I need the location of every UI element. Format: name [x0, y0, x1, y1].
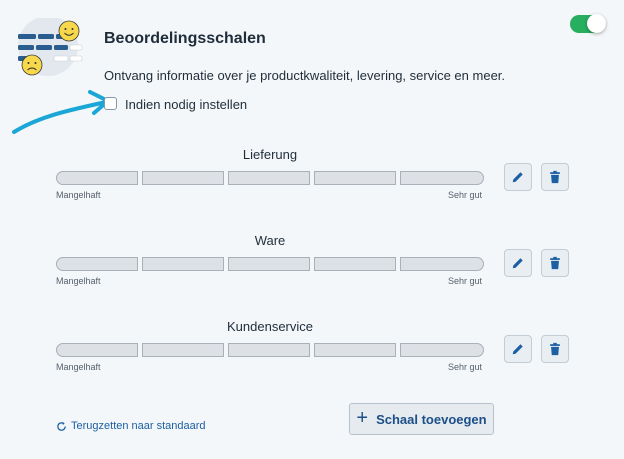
rating-segment-2[interactable] — [142, 257, 224, 271]
rating-segment-4[interactable] — [314, 171, 396, 185]
pencil-icon — [512, 344, 523, 355]
rating-bar[interactable] — [56, 343, 484, 357]
edit-scale-button[interactable] — [504, 249, 532, 277]
scale-ware: Ware Mangelhaft Sehr gut — [56, 233, 484, 303]
scale-max-label: Sehr gut — [447, 276, 482, 286]
scale-title: Kundenservice — [227, 319, 313, 334]
enable-toggle[interactable] — [570, 14, 606, 33]
rating-segment-1[interactable] — [56, 343, 138, 357]
reset-to-default-link[interactable]: Terugzetten naar standaard — [56, 420, 206, 432]
rating-segment-1[interactable] — [56, 171, 138, 185]
trash-icon — [550, 256, 560, 270]
rating-segment-5[interactable] — [400, 343, 484, 357]
rating-segment-5[interactable] — [400, 171, 484, 185]
scale-kundenservice: Kundenservice Mangelhaft Sehr gut — [56, 319, 484, 389]
delete-scale-button[interactable] — [541, 163, 569, 191]
rating-scales-logo-icon — [14, 16, 86, 80]
delete-scale-button[interactable] — [541, 335, 569, 363]
scale-min-label: Mangelhaft — [56, 276, 101, 286]
rating-segment-4[interactable] — [314, 343, 396, 357]
delete-scale-button[interactable] — [541, 249, 569, 277]
add-scale-label: Schaal toevoegen — [376, 411, 487, 427]
setup-checkbox-label[interactable]: Indien nodig instellen — [125, 97, 247, 112]
arrow-icon — [10, 86, 120, 138]
scale-lieferung: Lieferung Mangelhaft Sehr gut — [56, 147, 484, 217]
scale-title: Lieferung — [242, 147, 298, 162]
plus-icon: + — [356, 407, 369, 429]
rating-bar[interactable] — [56, 257, 484, 271]
edit-scale-button[interactable] — [504, 163, 532, 191]
rating-bar[interactable] — [56, 171, 484, 185]
scale-title: Ware — [254, 233, 286, 248]
trash-icon — [550, 170, 560, 184]
page-title: Beoordelingsschalen — [104, 30, 266, 47]
scale-max-label: Sehr gut — [447, 362, 482, 372]
reset-label: Terugzetten naar standaard — [71, 420, 206, 432]
scale-max-label: Sehr gut — [447, 190, 482, 200]
trash-icon — [550, 342, 560, 356]
rating-segment-3[interactable] — [228, 343, 310, 357]
pencil-icon — [512, 258, 523, 269]
scale-min-label: Mangelhaft — [56, 362, 101, 372]
rating-segment-4[interactable] — [314, 257, 396, 271]
setup-checkbox[interactable] — [104, 97, 117, 110]
description-text: Ontvang informatie over je productkwalit… — [104, 68, 506, 83]
add-scale-button[interactable]: + Schaal toevoegen — [349, 403, 494, 435]
toggle-knob — [587, 14, 606, 33]
rating-segment-3[interactable] — [228, 257, 310, 271]
rating-segment-2[interactable] — [142, 171, 224, 185]
rating-segment-3[interactable] — [228, 171, 310, 185]
pencil-icon — [512, 172, 523, 183]
edit-scale-button[interactable] — [504, 335, 532, 363]
scale-min-label: Mangelhaft — [56, 190, 101, 200]
rating-segment-5[interactable] — [400, 257, 484, 271]
rating-segment-1[interactable] — [56, 257, 138, 271]
rating-segment-2[interactable] — [142, 343, 224, 357]
refresh-icon — [57, 421, 66, 431]
